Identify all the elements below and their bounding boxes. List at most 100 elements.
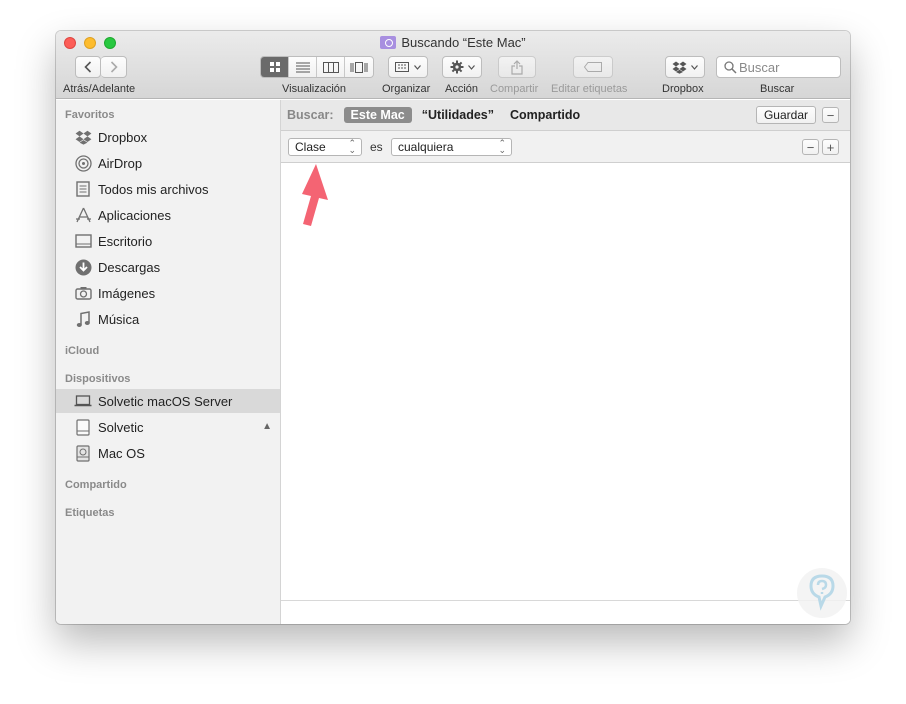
minus-icon: − (826, 107, 835, 123)
window-title: Buscando “Este Mac” (56, 35, 850, 50)
sidebar-item-mac-os[interactable]: Mac OS (56, 441, 280, 465)
sidebar-item-label: Dropbox (98, 129, 148, 145)
organize-label: Organizar (382, 83, 431, 95)
columns-icon (322, 61, 339, 73)
sidebar-item-label: Música (98, 311, 140, 327)
solvetic-logo-icon (797, 568, 847, 618)
operator-label: es (370, 140, 383, 154)
plus-icon: + (826, 139, 835, 155)
criteria-value: cualquiera (398, 140, 454, 154)
laptop-icon (74, 393, 92, 409)
attribute-popup[interactable]: Clase ⌃ ⌄ (288, 138, 362, 156)
scope-label: Buscar: (287, 108, 334, 122)
coverflow-icon (350, 61, 368, 73)
share-button[interactable] (498, 56, 536, 78)
sidebar-item-label: Solvetic macOS Server (98, 393, 233, 409)
back-button[interactable] (75, 56, 101, 78)
sidebar-item-label: Todos mis archivos (98, 181, 209, 197)
list-view-button[interactable] (289, 57, 317, 77)
internal-disk-icon (74, 444, 92, 462)
chevron-right-icon (110, 61, 118, 73)
dropbox-icon (672, 61, 687, 74)
chevron-down-icon (691, 64, 698, 70)
save-search-button[interactable]: Guardar (755, 106, 816, 124)
search-results-area: Buscar: Este Mac “Utilidades” Compartido… (281, 100, 850, 624)
forward-button[interactable] (101, 56, 127, 78)
remove-criteria-button[interactable]: − (802, 139, 819, 155)
updown-chevron-icon: ⌃ ⌄ (498, 138, 506, 155)
value-popup[interactable]: cualquiera ⌃ ⌄ (391, 138, 512, 156)
view-label: Visualización (282, 83, 347, 95)
path-bar (281, 600, 850, 624)
scope-this-mac[interactable]: Este Mac (343, 107, 412, 123)
downloads-icon (74, 259, 92, 275)
icon-view-button[interactable] (261, 57, 289, 77)
sidebar-item-downloads[interactable]: Descargas (56, 255, 280, 279)
sidebar: Favoritos Dropbox AirDrop Todos mis arch… (56, 100, 281, 624)
sidebar-section-icloud: iCloud (65, 345, 100, 357)
toolbar: Buscando “Este Mac” Atrás/Adelante Visua… (56, 31, 850, 99)
sidebar-item-applications[interactable]: Aplicaciones (56, 203, 280, 227)
sidebar-section-devices: Dispositivos (65, 373, 131, 385)
column-view-button[interactable] (317, 57, 345, 77)
camera-icon (74, 285, 92, 301)
search-scope-bar: Buscar: Este Mac “Utilidades” Compartido… (281, 100, 850, 131)
arrange-icon (395, 62, 409, 72)
scope-shared[interactable]: Compartido (510, 108, 580, 122)
search-placeholder: Buscar (739, 59, 780, 75)
dropbox-toolbar-button[interactable] (665, 56, 705, 78)
nav-label: Atrás/Adelante (63, 83, 136, 95)
sidebar-item-dropbox[interactable]: Dropbox (56, 125, 280, 149)
gear-icon (450, 60, 463, 74)
sidebar-item-solvetic-macos-server[interactable]: Solvetic macOS Server (56, 389, 280, 413)
sidebar-item-label: Mac OS (98, 445, 145, 461)
sidebar-item-label: Escritorio (98, 233, 153, 249)
chevron-left-icon (84, 61, 92, 73)
organize-button[interactable] (388, 56, 428, 78)
sidebar-item-images[interactable]: Imágenes (56, 281, 280, 305)
search-label: Buscar (760, 83, 795, 95)
sidebar-item-all-files[interactable]: Todos mis archivos (56, 177, 280, 201)
finder-window: Buscando “Este Mac” Atrás/Adelante Visua… (56, 31, 850, 624)
chevron-down-icon (467, 64, 475, 70)
minus-icon: − (806, 139, 815, 155)
smart-folder-icon (380, 36, 397, 49)
add-criteria-button[interactable]: + (822, 139, 839, 155)
search-field[interactable]: Buscar (716, 56, 841, 78)
sidebar-item-label: Descargas (98, 259, 161, 275)
action-label: Acción (445, 83, 479, 95)
sidebar-item-desktop[interactable]: Escritorio (56, 229, 280, 253)
scope-utilities[interactable]: “Utilidades” (422, 108, 494, 122)
sidebar-item-label: Aplicaciones (98, 207, 171, 223)
chevron-down-icon (414, 64, 421, 70)
sidebar-item-music[interactable]: Música (56, 307, 280, 331)
applications-icon (74, 207, 92, 223)
attribute-value: Clase (295, 140, 326, 154)
tag-icon (584, 62, 602, 72)
sidebar-item-solvetic[interactable]: Solvetic ▲ (56, 415, 280, 439)
desktop-icon (74, 233, 92, 249)
external-disk-icon (74, 418, 92, 436)
coverflow-view-button[interactable] (345, 57, 373, 77)
eject-icon[interactable]: ▲ (262, 421, 272, 432)
search-icon (724, 61, 737, 74)
remove-search-button[interactable]: − (822, 107, 839, 123)
share-label: Compartir (490, 83, 539, 95)
grid-icon (269, 62, 280, 72)
sidebar-item-label: AirDrop (98, 155, 143, 171)
view-segmented-control[interactable] (260, 56, 374, 78)
sidebar-item-airdrop[interactable]: AirDrop (56, 151, 280, 175)
action-button[interactable] (442, 56, 482, 78)
window-title-text: Buscando “Este Mac” (401, 35, 526, 50)
music-note-icon (74, 310, 92, 327)
dropbox-icon (74, 129, 92, 145)
search-criteria-row: Clase ⌃ ⌄ es cualquiera ⌃ ⌄ − + (281, 131, 850, 163)
sidebar-item-label: Imágenes (98, 285, 156, 301)
edit-tags-button[interactable] (573, 56, 613, 78)
dropbox-label: Dropbox (662, 83, 704, 95)
sidebar-item-label: Solvetic (98, 419, 144, 435)
sidebar-section-tags: Etiquetas (65, 507, 115, 519)
airdrop-icon (74, 154, 92, 172)
share-icon (511, 59, 523, 75)
list-icon (295, 62, 310, 72)
